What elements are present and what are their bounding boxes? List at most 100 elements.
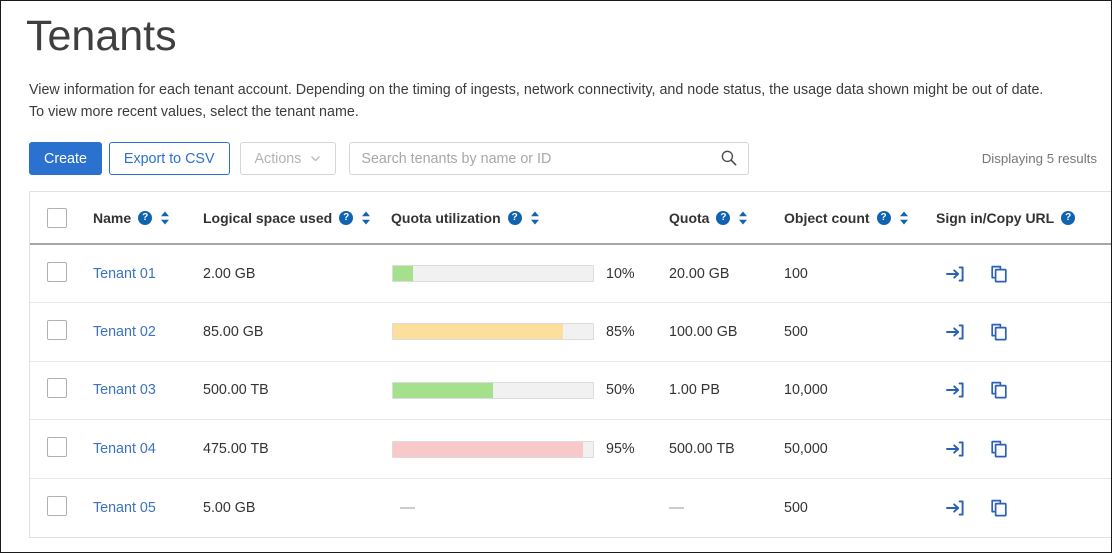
help-icon[interactable]: ?	[508, 211, 522, 225]
copy-url-icon[interactable]	[989, 498, 1009, 518]
cell-object-count: 500	[784, 303, 936, 362]
row-checkbox[interactable]	[47, 496, 67, 516]
row-checkbox[interactable]	[47, 262, 67, 282]
sign-in-icon[interactable]	[945, 439, 965, 459]
sign-in-icon[interactable]	[945, 380, 965, 400]
quota-value: 1.00 PB	[669, 382, 720, 398]
th-select-all	[30, 192, 93, 244]
copy-url-icon[interactable]	[989, 264, 1009, 284]
table-row: Tenant 03500.00 TB50%1.00 PB10,000	[30, 361, 1112, 420]
quota-utilization-bar: 85%	[391, 323, 669, 340]
copy-url-icon[interactable]	[989, 439, 1009, 459]
sign-in-icon[interactable]	[945, 322, 965, 342]
export-to-csv-button[interactable]: Export to CSV	[109, 142, 230, 175]
logical-space-used-value: 475.00 TB	[203, 441, 269, 457]
tenant-name-link[interactable]: Tenant 05	[93, 500, 156, 516]
cell-quota: 1.00 PB	[669, 361, 784, 420]
help-icon[interactable]: ?	[138, 211, 152, 225]
progress-fill	[393, 383, 493, 398]
progress-track	[392, 323, 594, 340]
row-checkbox[interactable]	[47, 320, 67, 340]
search-input[interactable]	[349, 142, 749, 175]
progress-track	[392, 382, 594, 399]
tenant-name-link[interactable]: Tenant 04	[93, 441, 156, 457]
quota-utilization-percent: 85%	[606, 324, 635, 340]
copy-url-icon[interactable]	[989, 322, 1009, 342]
quota-value: —	[669, 499, 684, 516]
th-quota-utilization: Quota utilization ?	[391, 192, 669, 244]
cell-sign-in-copy-url	[936, 244, 1112, 303]
object-count-value: 50,000	[784, 441, 828, 457]
progress-fill	[393, 324, 563, 339]
page-title: Tenants	[26, 9, 1097, 58]
cell-quota: 500.00 TB	[669, 420, 784, 479]
sort-icon[interactable]	[159, 210, 171, 226]
table-row: Tenant 02 85.00 GB 85% 100.00 GB500	[30, 303, 1112, 362]
sign-in-icon[interactable]	[945, 498, 965, 518]
th-quota-label: Quota	[669, 210, 709, 226]
results-count: Displaying 5 results	[982, 151, 1097, 166]
chevron-down-icon	[310, 153, 321, 164]
logical-space-used-value: 85.00 GB	[203, 324, 263, 340]
sort-icon[interactable]	[360, 210, 372, 226]
quota-value: 20.00 GB	[669, 266, 729, 282]
cell-select	[30, 478, 93, 537]
sort-icon[interactable]	[737, 210, 749, 226]
cell-quota-utilization: 95%	[391, 420, 669, 479]
tenant-name-link[interactable]: Tenant 02	[93, 324, 156, 340]
th-quota: Quota ?	[669, 192, 784, 244]
create-button[interactable]: Create	[29, 142, 102, 175]
th-name-label: Name	[93, 210, 131, 226]
help-icon[interactable]: ?	[716, 211, 730, 225]
th-object-count: Object count ?	[784, 192, 936, 244]
table-body: Tenant 01 2.00 GB 10% 20.00 GB 100 Tenant 02 8…	[30, 244, 1112, 537]
progress-fill	[393, 266, 413, 281]
help-icon[interactable]: ?	[1061, 211, 1075, 225]
tenant-name-link[interactable]: Tenant 03	[93, 382, 156, 398]
th-object-count-label: Object count	[784, 210, 870, 226]
progress-track	[392, 441, 594, 458]
cell-quota-utilization: 85%	[391, 303, 669, 362]
cell-select	[30, 303, 93, 362]
progress-fill	[393, 442, 583, 457]
sort-icon[interactable]	[529, 210, 541, 226]
quota-utilization-percent: 95%	[606, 441, 635, 457]
cell-object-count: 50,000	[784, 420, 936, 479]
cell-sign-in-copy-url	[936, 303, 1112, 362]
cell-select	[30, 361, 93, 420]
cell-logical-space-used: 500.00 TB	[203, 361, 391, 420]
th-sign-in-copy-url: Sign in/Copy URL ?	[936, 192, 1112, 244]
cell-object-count: 500	[784, 478, 936, 537]
page-description: View information for each tenant account…	[29, 79, 1097, 123]
help-icon[interactable]: ?	[877, 211, 891, 225]
tenants-table: Name ?	[30, 192, 1112, 537]
table-row: Tenant 05 5.00 GB — — 500	[30, 478, 1112, 537]
object-count-value: 100	[784, 266, 808, 282]
cell-logical-space-used: 5.00 GB	[203, 478, 391, 537]
toolbar: Create Export to CSV Actions	[29, 142, 1097, 175]
select-all-checkbox[interactable]	[47, 208, 67, 228]
table-header: Name ?	[30, 192, 1112, 244]
cell-sign-in-copy-url	[936, 361, 1112, 420]
cell-object-count: 10,000	[784, 361, 936, 420]
copy-url-icon[interactable]	[989, 380, 1009, 400]
actions-dropdown-button[interactable]: Actions	[240, 142, 337, 175]
cell-quota-utilization: 10%	[391, 244, 669, 303]
row-checkbox[interactable]	[47, 437, 67, 457]
actions-dropdown-label: Actions	[255, 151, 302, 167]
sign-in-icon[interactable]	[945, 264, 965, 284]
quota-utilization-empty: —	[391, 499, 415, 516]
tenant-name-link[interactable]: Tenant 01	[93, 266, 156, 282]
quota-utilization-percent: 10%	[606, 266, 635, 282]
sort-icon[interactable]	[898, 210, 910, 226]
cell-quota: —	[669, 478, 784, 537]
cell-logical-space-used: 475.00 TB	[203, 420, 391, 479]
cell-logical-space-used: 2.00 GB	[203, 244, 391, 303]
cell-name: Tenant 03	[93, 361, 203, 420]
logical-space-used-value: 5.00 GB	[203, 500, 255, 516]
help-icon[interactable]: ?	[339, 211, 353, 225]
row-checkbox[interactable]	[47, 378, 67, 398]
cell-quota: 100.00 GB	[669, 303, 784, 362]
table-row: Tenant 01 2.00 GB 10% 20.00 GB 100	[30, 244, 1112, 303]
cell-select	[30, 420, 93, 479]
